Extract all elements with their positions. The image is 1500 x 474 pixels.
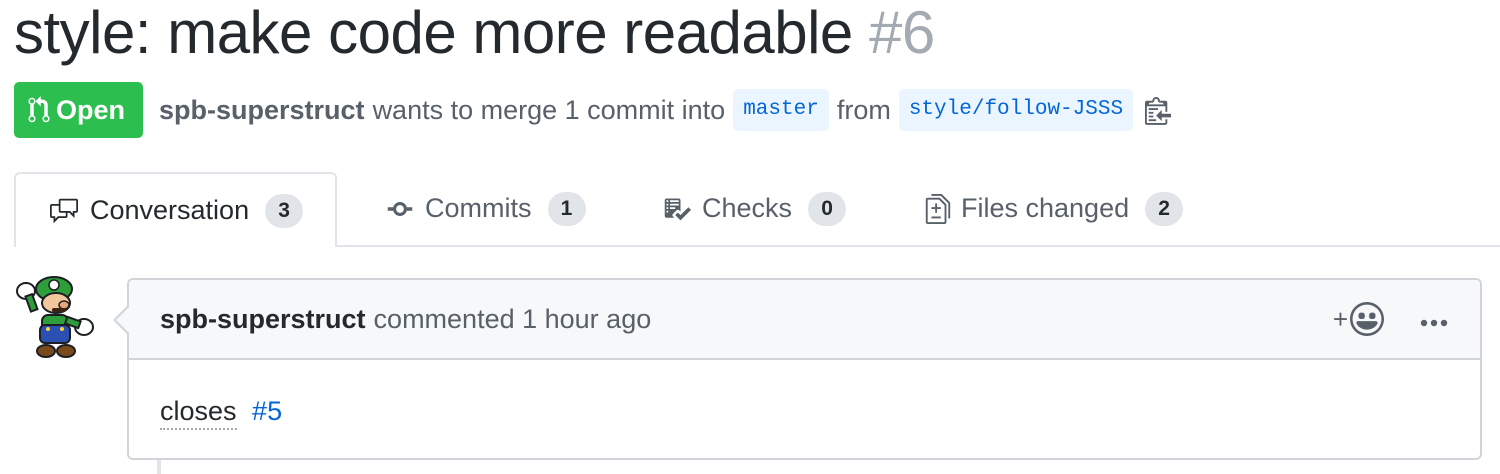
clippy-icon (1145, 97, 1172, 125)
pr-title: style: make code more readable #6 (14, 0, 935, 66)
comment-timestamp[interactable]: commented 1 hour ago (374, 304, 652, 335)
tab-checks[interactable]: Checks 0 (662, 172, 847, 245)
pr-meta: Open spb-superstruct wants to merge 1 co… (14, 82, 1172, 138)
state-badge: Open (14, 82, 144, 138)
tab-counter: 0 (808, 191, 847, 226)
tab-label: Files changed (961, 193, 1130, 223)
merge-text: wants to merge 1 commit into (372, 94, 726, 125)
file-diff-icon (925, 193, 951, 224)
checklist-icon (664, 198, 691, 220)
tab-label: Checks (702, 193, 793, 223)
reaction-plus: + (1332, 303, 1348, 334)
tab-commits[interactable]: Commits 1 (385, 172, 586, 245)
kebab-horizontal-icon (1420, 319, 1448, 326)
smiley-icon (1350, 302, 1384, 336)
more-options-button[interactable] (1420, 304, 1448, 335)
git-commit-icon (387, 201, 413, 216)
base-branch[interactable]: master (733, 89, 829, 131)
comment-author-link[interactable]: spb-superstruct (160, 304, 366, 335)
copy-branch-button[interactable] (1145, 95, 1172, 125)
avatar-character-icon (16, 276, 94, 358)
add-reaction-button[interactable]: + (1333, 302, 1384, 336)
pr-author-link[interactable]: spb-superstruct (159, 95, 365, 126)
issue-link[interactable]: #5 (252, 396, 282, 426)
merge-info: spb-superstruct wants to merge 1 commit … (159, 89, 1172, 131)
from-text: from (836, 94, 891, 125)
timeline-line (157, 460, 161, 474)
comment-actions: + (1333, 280, 1448, 358)
tab-counter: 2 (1145, 191, 1184, 226)
tab-files-changed[interactable]: Files changed 2 (925, 172, 1184, 245)
tab-conversation[interactable]: Conversation 3 (14, 172, 338, 247)
tab-counter: 1 (547, 191, 586, 226)
closes-keyword: closes (160, 396, 237, 430)
pr-number: #6 (868, 0, 935, 66)
pr-tabs: Conversation 3 Commits 1 Checks 0 Files … (14, 172, 1500, 247)
tab-label: Conversation (90, 195, 250, 225)
pr-title-text: style: make code more readable (14, 0, 853, 66)
head-branch[interactable]: style/follow-JSSS (898, 89, 1134, 131)
git-pull-request-icon (28, 96, 50, 123)
comment-body: closes #5 (129, 360, 1480, 430)
tab-label: Commits (425, 193, 532, 223)
comment-header: spb-superstruct commented 1 hour ago + (129, 280, 1480, 360)
tab-counter: 3 (265, 193, 304, 228)
comment-discussion-icon (50, 198, 78, 223)
avatar[interactable] (14, 275, 96, 359)
comment-box: spb-superstruct commented 1 hour ago + c… (113, 278, 1482, 460)
state-label: Open (56, 94, 126, 125)
